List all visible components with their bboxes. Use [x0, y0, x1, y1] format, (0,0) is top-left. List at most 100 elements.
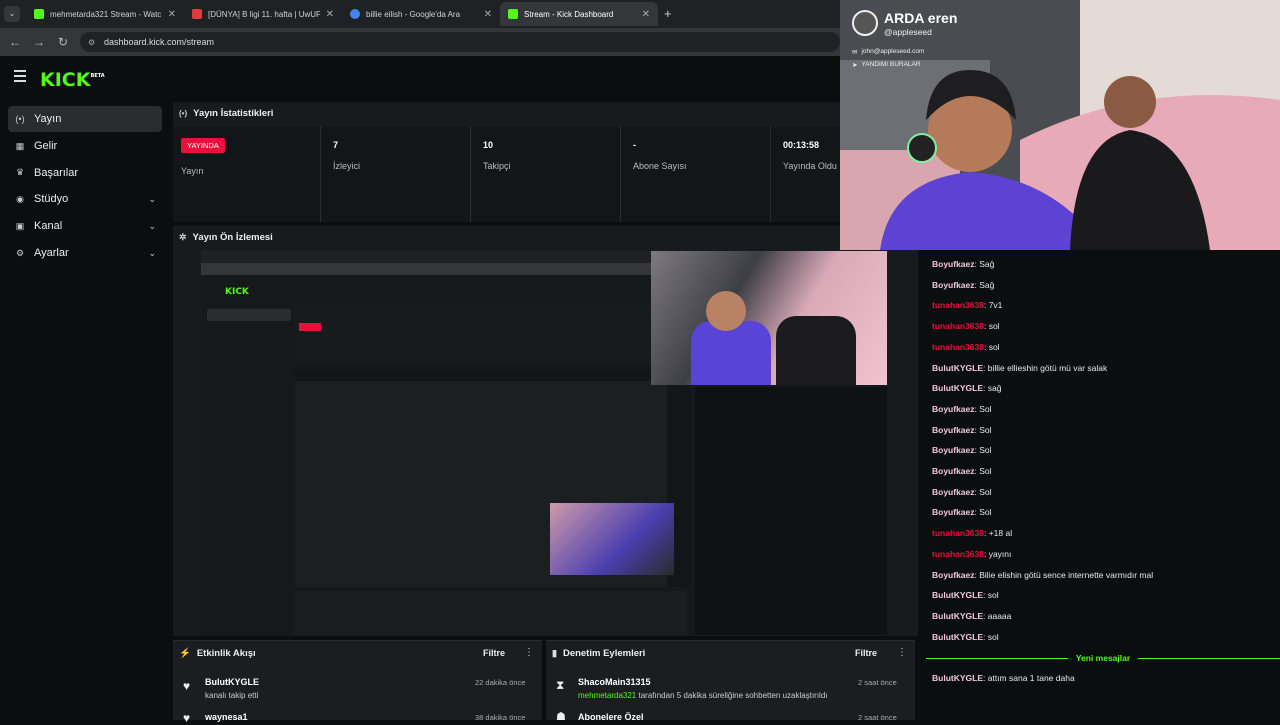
chat-username[interactable]: tunahan3638: [932, 300, 984, 310]
preview-title: Yayın Ön İzlemesi: [192, 232, 273, 243]
bolt-icon: ⚡: [179, 648, 191, 659]
stat-value: 00:13:58: [783, 140, 820, 150]
broadcast-icon: (•): [179, 109, 188, 118]
chat-message: tunahan3638: 7v1: [932, 300, 1002, 310]
chat-text: sağ: [987, 383, 1002, 394]
menu-icon[interactable]: [14, 70, 26, 82]
tab-title: Stream - Kick Dashboard: [524, 9, 614, 19]
chat-username[interactable]: Boyufkaez: [932, 570, 975, 580]
browser-tab-1[interactable]: mehmetarda321 Stream - Watc ✕: [26, 2, 184, 26]
more-options-icon[interactable]: ⋮: [897, 647, 907, 658]
new-messages-label: Yeni mesajlar: [1075, 653, 1131, 663]
moderation-target[interactable]: ShacoMain31315: [578, 677, 651, 687]
tab-search-button[interactable]: ⌄: [4, 6, 20, 22]
activity-user[interactable]: BulutKYGLE: [205, 677, 259, 687]
chat-username[interactable]: Boyufkaez: [932, 507, 975, 517]
chevron-down-icon[interactable]: ⌄: [148, 248, 156, 259]
sidebar-item-basarilar[interactable]: ♛ Başarılar: [8, 160, 162, 186]
sidebar-item-studyo[interactable]: ◉ Stüdyo ⌄: [8, 186, 162, 212]
chat-username[interactable]: Boyufkaez: [932, 425, 975, 435]
chat-text: Sol: [979, 466, 992, 476]
chat-username[interactable]: Boyufkaez: [932, 466, 975, 476]
tab-title: mehmetarda321 Stream - Watc: [50, 9, 162, 19]
more-options-icon[interactable]: ⋮: [524, 647, 534, 658]
sidebar-item-label: Kanal: [34, 220, 63, 232]
chat-message: BulutKYGLE: aaaaa: [932, 611, 1011, 621]
close-icon[interactable]: ✕: [484, 9, 492, 20]
beta-badge: BETA: [90, 72, 105, 79]
chat-username[interactable]: Boyufkaez: [932, 445, 975, 455]
stat-subscribers: - Abone Sayısı: [620, 126, 770, 222]
stat-value: -: [633, 140, 636, 150]
new-messages-divider: Yeni mesajlar: [926, 652, 1280, 664]
activity-filter-button[interactable]: Filtre: [483, 648, 505, 658]
chat-username[interactable]: BulutKYGLE: [932, 632, 983, 642]
browser-tab-2[interactable]: [DÜNYA] B ligi 11. hafta | UwUF ✕: [184, 2, 342, 26]
reload-icon[interactable]: ↻: [51, 35, 75, 49]
stat-label: Abone Sayısı: [633, 161, 687, 171]
chat-text: Bilie elishin götü sence internette varm…: [979, 569, 1154, 580]
chat-text: Sol: [979, 403, 992, 414]
close-icon[interactable]: ✕: [642, 9, 650, 20]
stat-label: Yayında Oldu: [783, 161, 837, 171]
kick-logo[interactable]: KICKBETA: [40, 69, 105, 91]
chat-username[interactable]: BulutKYGLE: [932, 363, 983, 373]
browser-tab-3[interactable]: billie eilish - Google'da Ara ✕: [342, 2, 500, 26]
moderation-time: 2 saat önce: [858, 678, 897, 687]
preview-icon: ✲: [179, 232, 187, 242]
chat-username[interactable]: Boyufkaez: [932, 259, 975, 269]
activity-user[interactable]: waynesa1: [205, 712, 248, 722]
browser-tab-4-active[interactable]: Stream - Kick Dashboard ✕: [500, 2, 658, 26]
chat-username[interactable]: BulutKYGLE: [932, 383, 983, 393]
chat-username[interactable]: Boyufkaez: [932, 487, 975, 497]
webcam-scene: [840, 0, 1280, 250]
trophy-icon: ♛: [15, 168, 25, 178]
chat-message: tunahan3638: +18 al: [932, 528, 1012, 538]
chat-username[interactable]: BulutKYGLE: [932, 590, 983, 600]
sidebar-item-label: Yayın: [34, 113, 62, 125]
back-icon[interactable]: ←: [3, 35, 27, 49]
kick-favicon-icon: [508, 9, 518, 19]
chevron-down-icon[interactable]: ⌄: [148, 194, 156, 205]
chat-username[interactable]: tunahan3638: [932, 528, 984, 538]
chat-username[interactable]: Boyufkaez: [932, 280, 975, 290]
url-input[interactable]: ⚙ dashboard.kick.com/stream: [80, 32, 840, 52]
sidebar-item-gelir[interactable]: ▦ Gelir: [8, 133, 162, 159]
site-info-icon[interactable]: ⚙: [88, 38, 95, 47]
tab-title: [DÜNYA] B ligi 11. hafta | UwUF: [208, 9, 320, 19]
chevron-down-icon[interactable]: ⌄: [148, 221, 156, 232]
moderation-desc: tarafından 5 dakika süreliğine sohbetten…: [638, 691, 828, 700]
preview-nested-preview: [295, 369, 691, 587]
chat-message: BulutKYGLE: sağ: [932, 383, 1001, 393]
streamer-email: john@appleseed.com: [861, 48, 925, 55]
streamer-email-row: ✉ john@appleseed.com: [852, 48, 924, 56]
chat-username[interactable]: Boyufkaez: [932, 404, 975, 414]
heart-icon: ♥: [183, 711, 191, 725]
moderation-filter-button[interactable]: Filtre: [855, 648, 877, 658]
sidebar-item-kanal[interactable]: ▣ Kanal ⌄: [8, 213, 162, 239]
chat-text: 7v1: [988, 300, 1003, 311]
chat-message: tunahan3638: sol: [932, 342, 1000, 352]
moderation-actor[interactable]: mehmetarda321: [578, 691, 636, 700]
kick-favicon-icon: [34, 9, 44, 19]
studio-icon: ◉: [16, 193, 24, 204]
close-icon[interactable]: ✕: [168, 9, 176, 20]
streamer-location-row: ➤ YANDIMI BURALAR: [852, 61, 921, 69]
preview-live-badge: [299, 323, 321, 331]
new-tab-icon[interactable]: +: [664, 6, 672, 21]
chat-username[interactable]: tunahan3638: [932, 342, 984, 352]
stream-preview-video[interactable]: KICK: [201, 251, 887, 635]
chat-username[interactable]: BulutKYGLE: [932, 673, 983, 683]
chat-username[interactable]: tunahan3638: [932, 549, 984, 559]
moderation-header: ▮ Denetim Eylemleri: [552, 648, 645, 659]
sidebar-item-ayarlar[interactable]: ⚙ Ayarlar ⌄: [8, 240, 162, 266]
chat-username[interactable]: BulutKYGLE: [932, 611, 983, 621]
close-icon[interactable]: ✕: [326, 9, 334, 20]
sidebar-item-yayin[interactable]: (•) Yayın: [8, 106, 162, 132]
activity-desc: kanalı takip etti: [205, 691, 259, 700]
stat-label: İzleyici: [333, 161, 361, 171]
stats-header: (•) Yayın İstatistikleri: [179, 108, 273, 119]
chat-username[interactable]: tunahan3638: [932, 321, 984, 331]
forward-icon[interactable]: →: [27, 35, 51, 49]
chat-text: attım sana 1 tane daha: [987, 673, 1075, 683]
